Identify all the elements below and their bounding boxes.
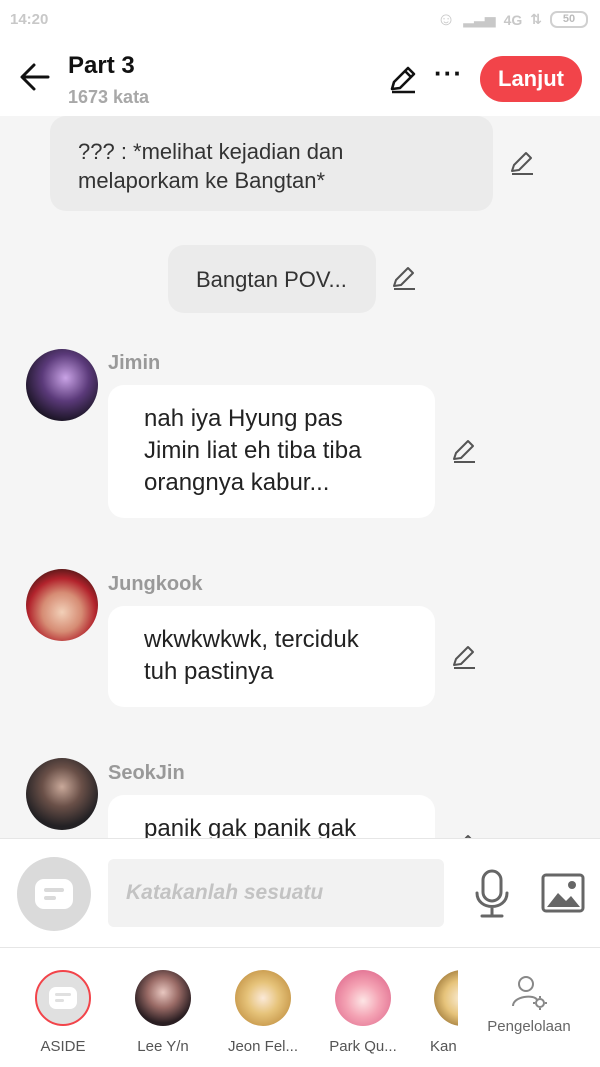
narration-bubble[interactable]: ??? : *melihat kejadian dan melaporkam k…: [50, 116, 493, 211]
character-jeon[interactable]: Jeon Fel...: [218, 970, 308, 1055]
edit-pencil-icon[interactable]: [450, 437, 478, 465]
character-lee[interactable]: Lee Y/n: [118, 970, 208, 1055]
message-input[interactable]: Katakanlah sesuatu: [108, 859, 444, 927]
avatar: [335, 970, 391, 1026]
avatar: [434, 970, 458, 1026]
aside-chat-button[interactable]: [17, 857, 91, 931]
character-bar: ASIDE Lee Y/n Jeon Fel... Park Qu... Kan…: [0, 948, 600, 1067]
input-placeholder: Katakanlah sesuatu: [126, 881, 324, 904]
edit-pencil-icon[interactable]: [388, 64, 418, 94]
data-arrows-icon: ⇅: [530, 11, 542, 27]
avatar[interactable]: [26, 349, 98, 421]
composer-bar: Katakanlah sesuatu: [0, 838, 600, 948]
chat-bubble-icon: [35, 879, 73, 909]
image-icon[interactable]: [540, 871, 586, 915]
back-arrow-icon[interactable]: [18, 60, 52, 94]
message-line: orangnya kabur...: [144, 469, 330, 496]
edit-pencil-icon[interactable]: [390, 264, 418, 292]
character-name: SeokJin: [108, 762, 185, 784]
network-label: 4G: [503, 11, 523, 28]
message-line: wkwkwkwk, terciduk: [144, 626, 359, 653]
message-line: tuh pastinya: [144, 658, 274, 685]
word-count: 1673 kata: [68, 87, 150, 107]
avatar[interactable]: [26, 569, 98, 641]
chat-area[interactable]: ??? : *melihat kejadian dan melaporkam k…: [0, 116, 600, 838]
battery-level: 50: [562, 13, 576, 25]
character-aside[interactable]: ASIDE: [18, 970, 108, 1055]
avatar: [135, 970, 191, 1026]
narration-line: Bangtan POV...: [196, 267, 347, 292]
edit-pencil-icon[interactable]: [450, 643, 478, 671]
app-header: Part 3 1673 kata ··· Lanjut: [0, 42, 600, 116]
continue-button[interactable]: Lanjut: [480, 56, 582, 102]
status-time: 14:20: [10, 11, 49, 28]
message-line: panik gak panik gak: [144, 815, 357, 838]
manage-characters-button[interactable]: Pengelolaan: [484, 972, 574, 1035]
character-label: Park Qu...: [329, 1038, 397, 1055]
smiley-icon: ☺: [436, 9, 456, 29]
message-bubble[interactable]: nah iya Hyung pas Jimin liat eh tiba tib…: [108, 385, 435, 518]
message-line: Jimin liat eh tiba tiba: [144, 437, 362, 464]
page-title: Part 3: [68, 52, 135, 79]
character-label: ASIDE: [40, 1038, 86, 1055]
narration-bubble[interactable]: Bangtan POV...: [168, 245, 376, 313]
character-name: Jungkook: [108, 573, 203, 595]
status-bar: 14:20 ☺ ▂▃▅ 4G ⇅ 50: [0, 0, 600, 42]
aside-avatar: [35, 970, 91, 1026]
message-line: nah iya Hyung pas: [144, 405, 343, 432]
microphone-icon[interactable]: [472, 869, 512, 919]
status-icons: ☺ ▂▃▅ 4G ⇅ 50: [437, 9, 588, 30]
manage-label: Pengelolaan: [487, 1018, 571, 1035]
avatar[interactable]: [26, 758, 98, 830]
character-name: Jimin: [108, 352, 161, 374]
message-bubble[interactable]: wkwkwkwk, terciduk tuh pastinya: [108, 606, 435, 707]
avatar: [235, 970, 291, 1026]
character-kang[interactable]: Kan: [412, 970, 458, 1055]
narration-line: ??? : *melihat kejadian dan: [78, 139, 344, 164]
message-bubble[interactable]: panik gak panik gak: [108, 795, 435, 838]
edit-pencil-icon[interactable]: [508, 149, 536, 177]
more-options-icon[interactable]: ···: [434, 58, 463, 89]
character-label: Jeon Fel...: [227, 1038, 299, 1055]
battery-icon: 50: [550, 11, 588, 28]
character-park[interactable]: Park Qu...: [318, 970, 408, 1055]
character-label: Kan: [430, 1038, 457, 1055]
chat-bubble-icon: [49, 987, 77, 1009]
user-settings-icon: [512, 976, 547, 1010]
narration-line: melaporkam ke Bangtan*: [78, 168, 326, 193]
signal-icon: ▂▃▅: [463, 11, 496, 27]
character-label: Lee Y/n: [137, 1038, 189, 1055]
